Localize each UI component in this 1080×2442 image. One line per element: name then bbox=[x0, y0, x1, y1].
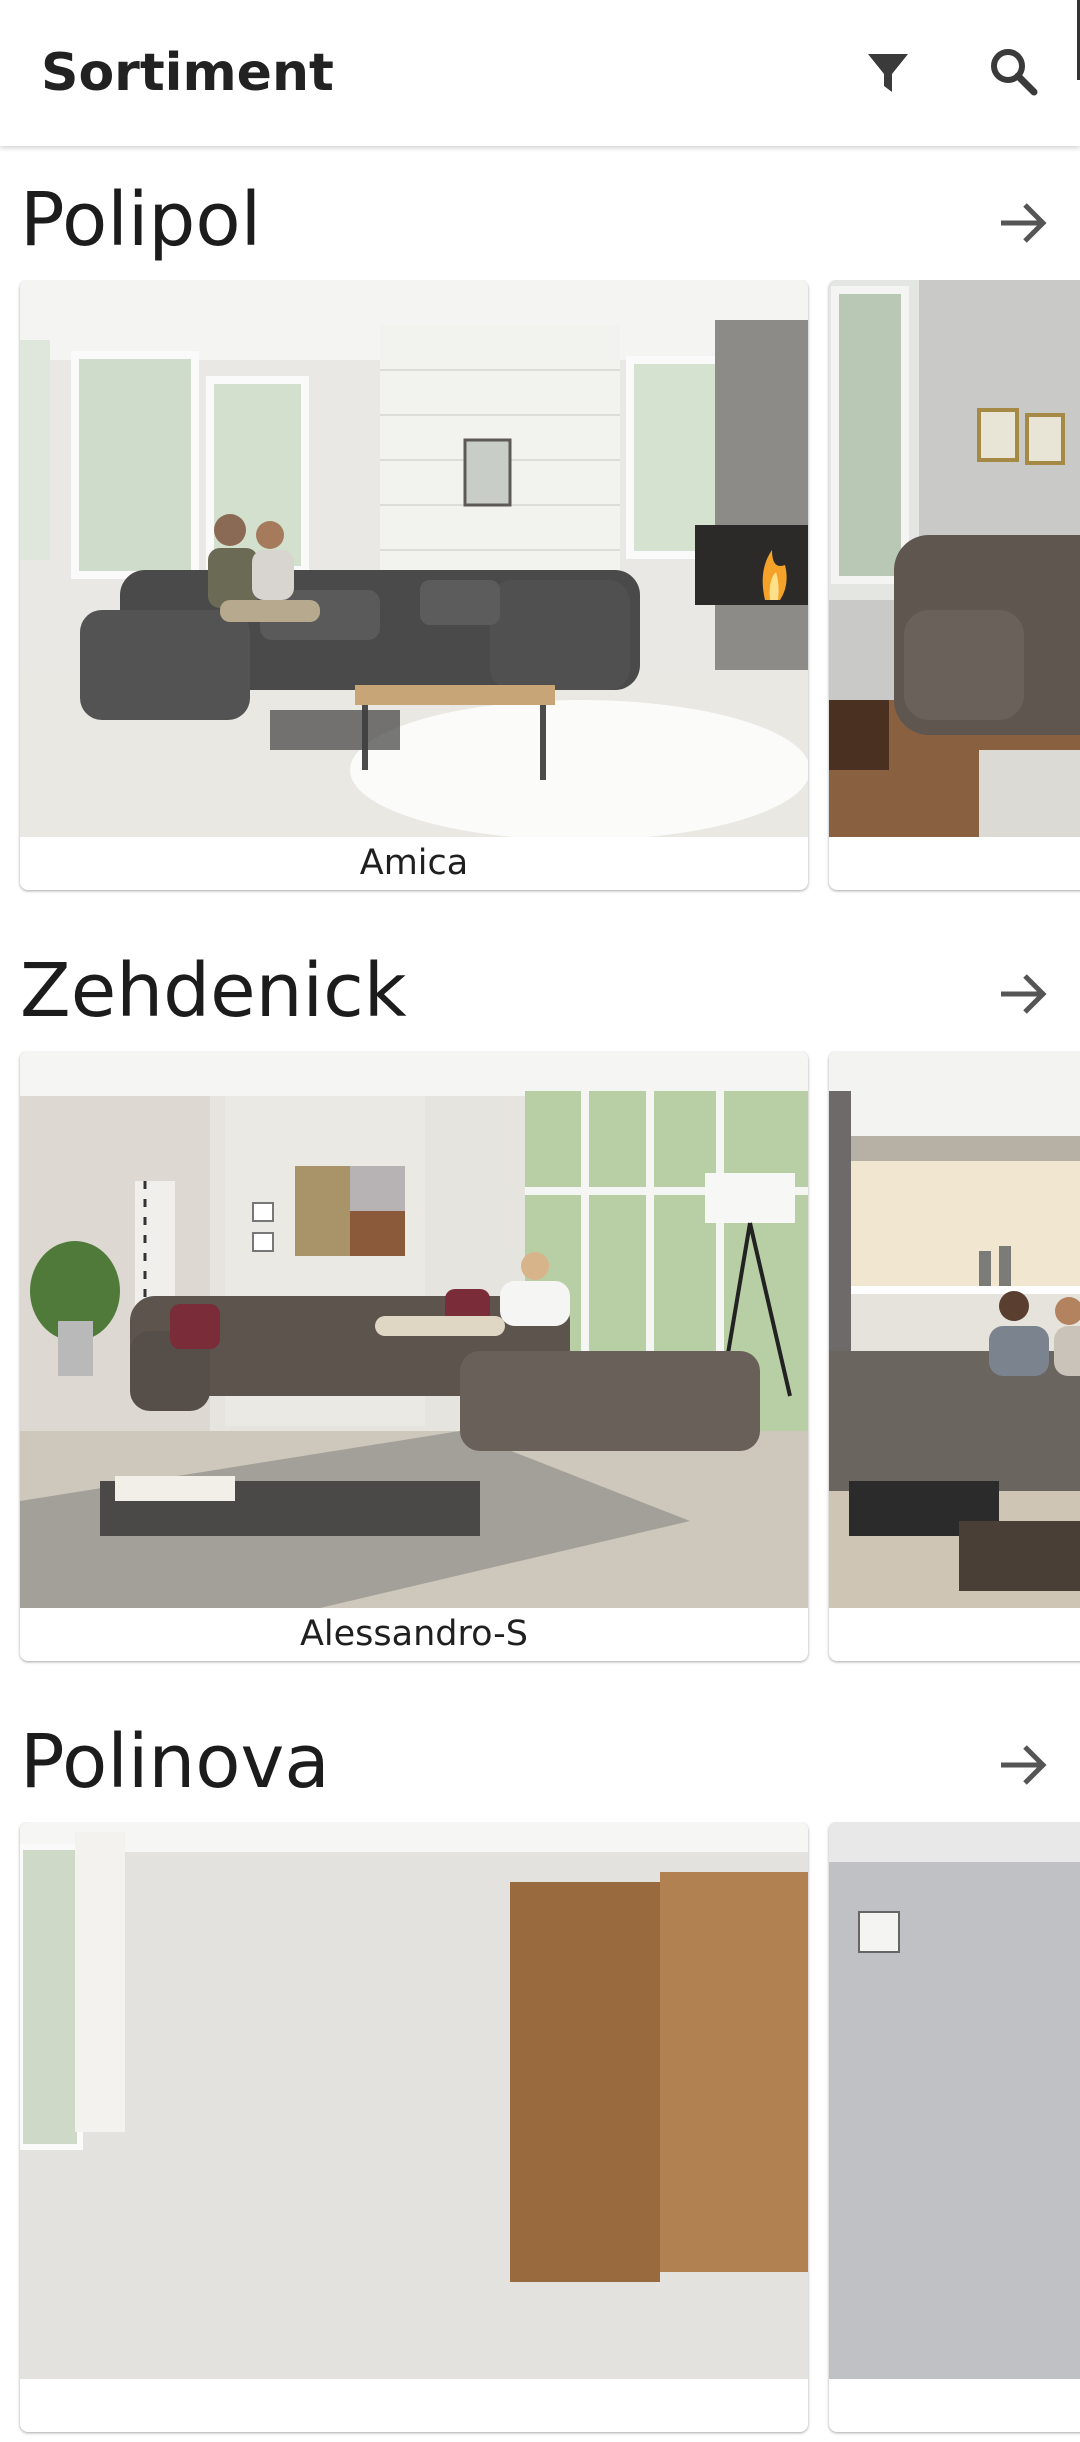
card-label bbox=[829, 837, 1080, 890]
product-card[interactable] bbox=[829, 280, 1080, 890]
product-card[interactable] bbox=[20, 1822, 808, 2432]
filter-icon bbox=[868, 54, 908, 92]
product-image bbox=[829, 1051, 1080, 1608]
card-carousel[interactable] bbox=[0, 1822, 1080, 2442]
card-label bbox=[20, 2379, 808, 2432]
search-button[interactable] bbox=[974, 32, 1054, 112]
product-image bbox=[829, 1822, 1080, 2379]
card-label bbox=[829, 1608, 1080, 1661]
section-title: Polipol bbox=[20, 177, 262, 263]
card-carousel[interactable]: Amica bbox=[0, 280, 1080, 900]
card-label: Amica bbox=[359, 843, 469, 883]
card-label bbox=[829, 2379, 1080, 2432]
product-card[interactable] bbox=[829, 1051, 1080, 1661]
product-image bbox=[829, 280, 1080, 837]
arrow-right-icon[interactable] bbox=[995, 195, 1051, 251]
product-image bbox=[20, 1051, 808, 1608]
arrow-right-icon[interactable] bbox=[995, 1737, 1051, 1793]
app-bar: Sortiment bbox=[0, 0, 1080, 146]
product-card[interactable] bbox=[829, 1822, 1080, 2432]
arrow-right-icon[interactable] bbox=[995, 966, 1051, 1022]
filter-button[interactable] bbox=[848, 32, 928, 112]
card-label: Alessandro-S bbox=[299, 1614, 529, 1654]
section-title: Zehdenick bbox=[20, 948, 407, 1034]
search-icon bbox=[991, 49, 1038, 96]
card-carousel[interactable]: Alessandro-S bbox=[0, 1051, 1080, 1671]
product-card[interactable]: Alessandro-S bbox=[20, 1051, 808, 1661]
page-title: Sortiment bbox=[41, 43, 334, 103]
section-title: Polinova bbox=[20, 1719, 330, 1805]
product-image bbox=[20, 280, 808, 837]
product-card[interactable]: Amica bbox=[20, 280, 808, 890]
product-image bbox=[20, 1822, 808, 2379]
